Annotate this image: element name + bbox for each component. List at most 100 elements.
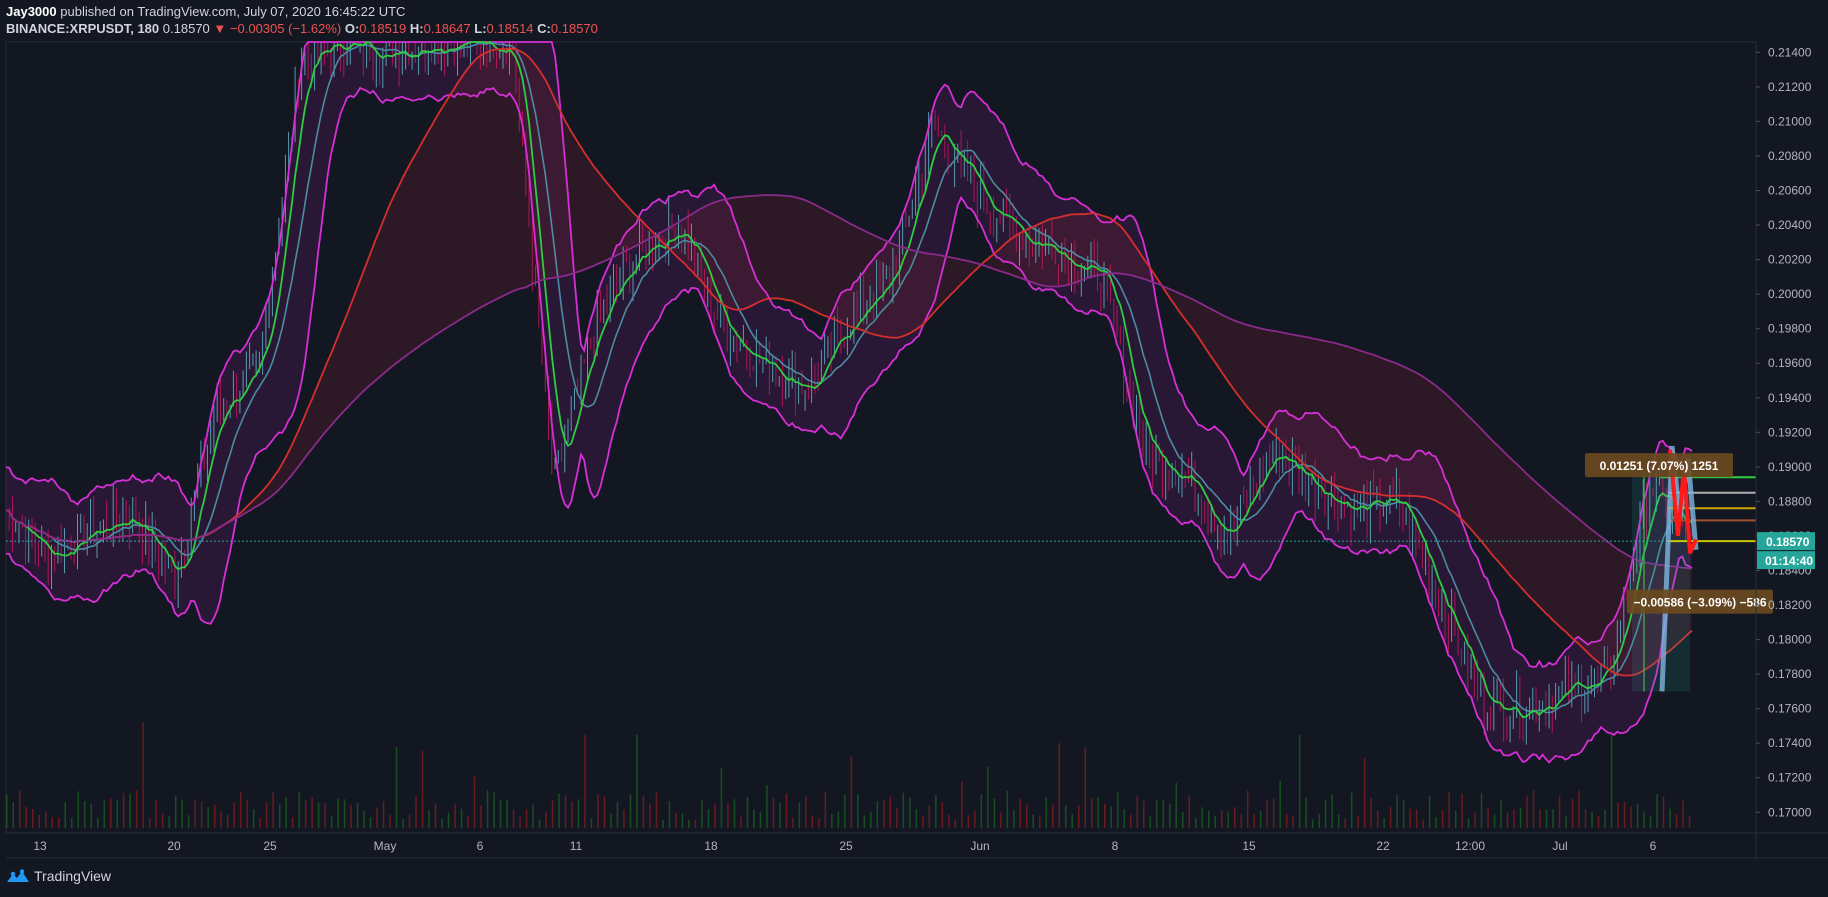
volume-bar [1279, 781, 1281, 828]
volume-bar [1350, 792, 1353, 828]
volume-bar [12, 802, 14, 828]
volume-bar [1675, 814, 1678, 828]
volume-bar [1500, 800, 1502, 828]
volume-bar [1039, 816, 1041, 828]
volume-bar [382, 801, 385, 828]
volume-bar [902, 792, 905, 828]
volume-bar [1143, 800, 1145, 828]
y-tick-label: 0.18200 [1768, 598, 1812, 612]
y-tick-label: 0.20200 [1768, 253, 1812, 267]
volume-bar [1662, 796, 1665, 828]
volume-bar [1435, 817, 1437, 828]
volume-bar [922, 816, 924, 828]
volume-bar [1545, 809, 1548, 828]
volume-bar [629, 794, 632, 828]
x-tick-label: Jul [1552, 839, 1567, 853]
volume-bar [1162, 800, 1164, 828]
volume-bar [935, 795, 937, 828]
volume-bar [1376, 811, 1379, 828]
volume-bar [135, 790, 138, 828]
x-tick-label: 6 [1650, 839, 1657, 853]
volume-bar [753, 809, 755, 828]
volume-bar [1071, 814, 1073, 828]
volume-bar [1136, 796, 1138, 828]
volume-bar [1188, 795, 1190, 828]
volume-bar [545, 812, 547, 828]
volume-bar [486, 790, 489, 828]
volume-bar [1285, 814, 1288, 828]
volume-bar [129, 793, 131, 828]
volume-bar [1389, 806, 1392, 828]
y-tick-label: 0.17600 [1768, 702, 1812, 716]
volume-bar [623, 809, 625, 828]
volume-bar [928, 805, 931, 828]
volume-bar [954, 819, 957, 828]
volume-bar [720, 768, 723, 828]
volume-bar [447, 812, 450, 828]
volume-bar [1630, 806, 1632, 828]
volume-bar [798, 802, 801, 828]
tradingview-brand[interactable]: TradingView [6, 868, 111, 884]
volume-bar [837, 811, 840, 828]
volume-bar [38, 815, 40, 828]
volume-bar [389, 814, 391, 828]
price-chart[interactable]: 0.01251 (7.07%) 1251 −0.00586 (−3.09%) −5… [0, 0, 1828, 897]
measure-down-label[interactable]: −0.00586 (−3.09%) −586 [1627, 589, 1773, 614]
volume-bar [259, 817, 261, 828]
volume-bar [811, 815, 814, 828]
volume-bar [857, 794, 859, 828]
volume-bar [1091, 798, 1093, 828]
volume-bar [434, 803, 437, 828]
volume-bar [207, 807, 209, 828]
volume-bar [1487, 807, 1489, 828]
volume-bar [187, 815, 190, 828]
volume-bar [116, 800, 118, 828]
volume-bar [1480, 792, 1483, 828]
volume-bar [1175, 782, 1177, 828]
volume-bar [1682, 800, 1684, 828]
volume-bar [1331, 794, 1333, 828]
volume-bar [90, 804, 92, 828]
volume-bar [1409, 808, 1411, 828]
volume-bar [168, 816, 170, 828]
last-price-tag-text: 0.18570 [1766, 535, 1810, 549]
volume-bar [577, 799, 580, 828]
volume-bar [272, 792, 274, 828]
volume-bar [1584, 809, 1587, 828]
volume-bar [1078, 805, 1080, 828]
volume-bar [1117, 792, 1119, 828]
volume-bar [467, 815, 469, 828]
volume-bar [1344, 818, 1346, 828]
volume-bar [1065, 805, 1067, 828]
volume-bar [571, 801, 573, 828]
y-tick-label: 0.20800 [1768, 149, 1812, 163]
volume-bar [1656, 794, 1658, 828]
volume-bar [1441, 810, 1444, 828]
y-tick-label: 0.20400 [1768, 218, 1812, 232]
volume-bar [278, 804, 281, 828]
volume-bar [369, 817, 372, 828]
volume-bar [915, 809, 918, 828]
volume-bar [707, 809, 710, 828]
x-tick-label: 22 [1376, 839, 1390, 853]
volume-bar [603, 796, 606, 828]
volume-bar [421, 750, 424, 828]
volume-bar [1370, 798, 1372, 828]
volume-bar [200, 801, 203, 828]
volume-bar [415, 796, 417, 828]
volume-bar [1669, 808, 1671, 828]
x-tick-label: May [374, 839, 397, 853]
volume-bar [1123, 809, 1125, 828]
volume-bar [610, 813, 612, 828]
volume-bar [454, 803, 456, 828]
volume-bar [772, 797, 775, 828]
volume-bar [870, 812, 872, 828]
volume-bar [32, 809, 34, 828]
volume-bar [1565, 816, 1567, 828]
volume-bar [1597, 816, 1600, 828]
volume-bar [1448, 792, 1450, 828]
y-tick-label: 0.20600 [1768, 184, 1812, 198]
volume-bar [675, 812, 677, 828]
y-tick-label: 0.17000 [1768, 805, 1812, 819]
measure-up-label[interactable]: 0.01251 (7.07%) 1251 [1585, 453, 1733, 478]
